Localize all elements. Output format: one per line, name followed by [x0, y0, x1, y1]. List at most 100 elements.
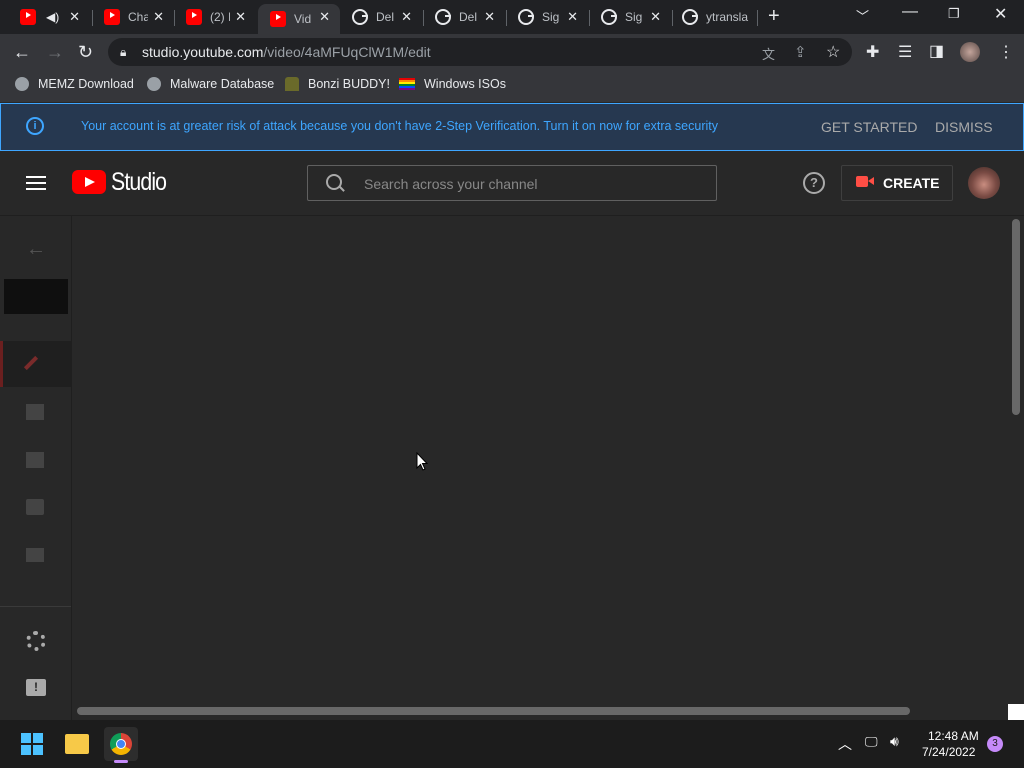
google-icon [601, 9, 617, 25]
bookmark-label: Malware Database [170, 77, 275, 91]
close-tab-icon[interactable]: ✕ [401, 9, 412, 25]
video-thumbnail[interactable] [4, 279, 68, 314]
tab-title: (2) I [210, 10, 230, 24]
create-label[interactable]: CREATE [883, 175, 940, 191]
tab-title: Del [459, 10, 478, 24]
clock-time[interactable]: 12:48 AM [928, 729, 979, 743]
close-tab-icon[interactable]: ✕ [567, 9, 578, 25]
extensions-icon[interactable]: ✚ [866, 42, 879, 62]
browser-tab[interactable]: Cha ✕ [92, 4, 174, 30]
bookmark-item[interactable]: Bonzi BUDDY! [285, 77, 390, 91]
bookmark-item[interactable]: MEMZ Download [15, 77, 134, 91]
tab-title: ytransla [706, 10, 749, 24]
settings-gear-icon[interactable] [26, 631, 46, 651]
browser-tab[interactable]: ytransla [670, 4, 758, 30]
close-tab-icon[interactable]: ✕ [484, 9, 495, 25]
sidebar-divider [0, 606, 71, 607]
tab-title: Vid [294, 12, 312, 26]
video-camera-icon [856, 176, 874, 187]
browser-tab[interactable]: Del ✕ [423, 4, 505, 30]
youtube-icon [186, 9, 202, 25]
bookmark-label: Bonzi BUDDY! [308, 77, 390, 91]
tray-chevron-up-icon[interactable]: ︿ [838, 734, 852, 754]
reload-button[interactable]: ↻ [78, 42, 93, 63]
dismiss-button[interactable]: DISMISS [935, 119, 993, 135]
restore-button[interactable]: ❐ [948, 6, 960, 22]
back-button[interactable]: ← [13, 42, 31, 63]
youtube-icon [270, 11, 286, 27]
forward-button[interactable]: → [46, 42, 64, 63]
tab-title: Sig [625, 10, 643, 24]
browser-tab[interactable]: ◀) ✕ [8, 4, 90, 30]
close-tab-icon[interactable]: ✕ [153, 9, 164, 25]
profile-avatar[interactable] [960, 42, 980, 62]
side-panel-icon[interactable]: ◨ [929, 41, 944, 61]
close-tab-icon[interactable]: ✕ [650, 9, 661, 25]
studio-logo-text[interactable]: Studio [111, 168, 167, 197]
channel-avatar[interactable] [968, 167, 1000, 199]
horizontal-scrollbar[interactable] [77, 707, 910, 715]
subtitles-icon[interactable] [26, 548, 44, 562]
url-text[interactable]: studio.youtube.com/video/4aMFUqClW1M/edi… [142, 44, 431, 60]
globe-icon [147, 77, 161, 91]
url-path: /video/4aMFUqClW1M/edit [263, 44, 431, 60]
bookmark-label: Windows ISOs [424, 77, 506, 91]
bookmark-item[interactable]: Windows ISOs [399, 77, 506, 91]
new-tab-button[interactable]: + [768, 5, 780, 28]
info-icon: i [26, 117, 44, 135]
tab-title: Sig [542, 10, 560, 24]
translate-icon[interactable]: 文 [762, 44, 775, 63]
sidebar-item-details[interactable] [0, 341, 71, 387]
get-started-button[interactable]: GET STARTED [821, 119, 917, 135]
browser-tab[interactable]: Sig ✕ [589, 4, 671, 30]
search-placeholder[interactable]: Search across your channel [364, 176, 538, 192]
mouse-cursor-icon [416, 452, 428, 471]
rainbow-flag-icon [399, 78, 415, 90]
browser-tab[interactable]: (2) I ✕ [174, 4, 256, 30]
analytics-icon[interactable] [26, 404, 44, 420]
volume-icon[interactable]: 🔊︎ [890, 733, 899, 750]
clock-date[interactable]: 7/24/2022 [922, 745, 975, 759]
notification-badge[interactable]: 3 [987, 736, 1003, 752]
close-tab-icon[interactable]: ✕ [319, 9, 330, 25]
share-icon[interactable]: ⇪ [794, 43, 807, 61]
search-icon[interactable] [326, 174, 342, 190]
help-icon[interactable]: ? [803, 172, 825, 194]
browser-tab[interactable]: Del ✕ [340, 4, 422, 30]
youtube-icon [104, 9, 120, 25]
close-tab-icon[interactable]: ✕ [69, 9, 80, 25]
minimize-button[interactable]: — [902, 3, 918, 21]
network-icon[interactable]: 🖵︎ [865, 734, 878, 750]
back-arrow-icon[interactable]: ← [26, 238, 46, 260]
chrome-icon [110, 733, 132, 755]
editor-icon[interactable] [26, 452, 44, 468]
youtube-logo-icon[interactable] [72, 170, 106, 194]
tab-separator [757, 10, 758, 26]
menu-icon[interactable]: ⋮ [998, 42, 1014, 62]
bonzi-icon [285, 77, 299, 91]
file-explorer-icon[interactable] [65, 734, 89, 754]
comments-icon[interactable] [26, 499, 44, 515]
bookmark-label: MEMZ Download [38, 77, 134, 91]
tab-title: Cha [128, 10, 148, 24]
vertical-scrollbar[interactable] [1012, 219, 1020, 415]
windows-start-icon[interactable] [21, 733, 43, 755]
tab-title: Del [376, 10, 395, 24]
hamburger-menu-icon[interactable] [26, 176, 46, 190]
bookmark-star-icon[interactable]: ☆ [826, 42, 840, 62]
media-controls-icon[interactable]: ☰ [898, 42, 912, 62]
feedback-icon[interactable]: ! [26, 679, 46, 696]
close-window-button[interactable]: ✕ [994, 4, 1007, 24]
close-tab-icon[interactable]: ✕ [235, 9, 246, 25]
browser-tab-active[interactable]: Vid ✕ [258, 4, 340, 34]
browser-tab[interactable]: Sig ✕ [506, 4, 588, 30]
globe-icon [15, 77, 29, 91]
banner-message: Your account is at greater risk of attac… [81, 119, 718, 133]
youtube-icon [20, 9, 36, 25]
lock-icon[interactable]: 🔒︎ [120, 45, 126, 60]
bookmark-item[interactable]: Malware Database [147, 77, 274, 91]
scroll-corner [1008, 704, 1024, 720]
google-icon [435, 9, 451, 25]
tab-search-chevron-icon[interactable]: ﹀ [856, 6, 869, 25]
speaker-icon[interactable]: ◀) [46, 10, 59, 24]
